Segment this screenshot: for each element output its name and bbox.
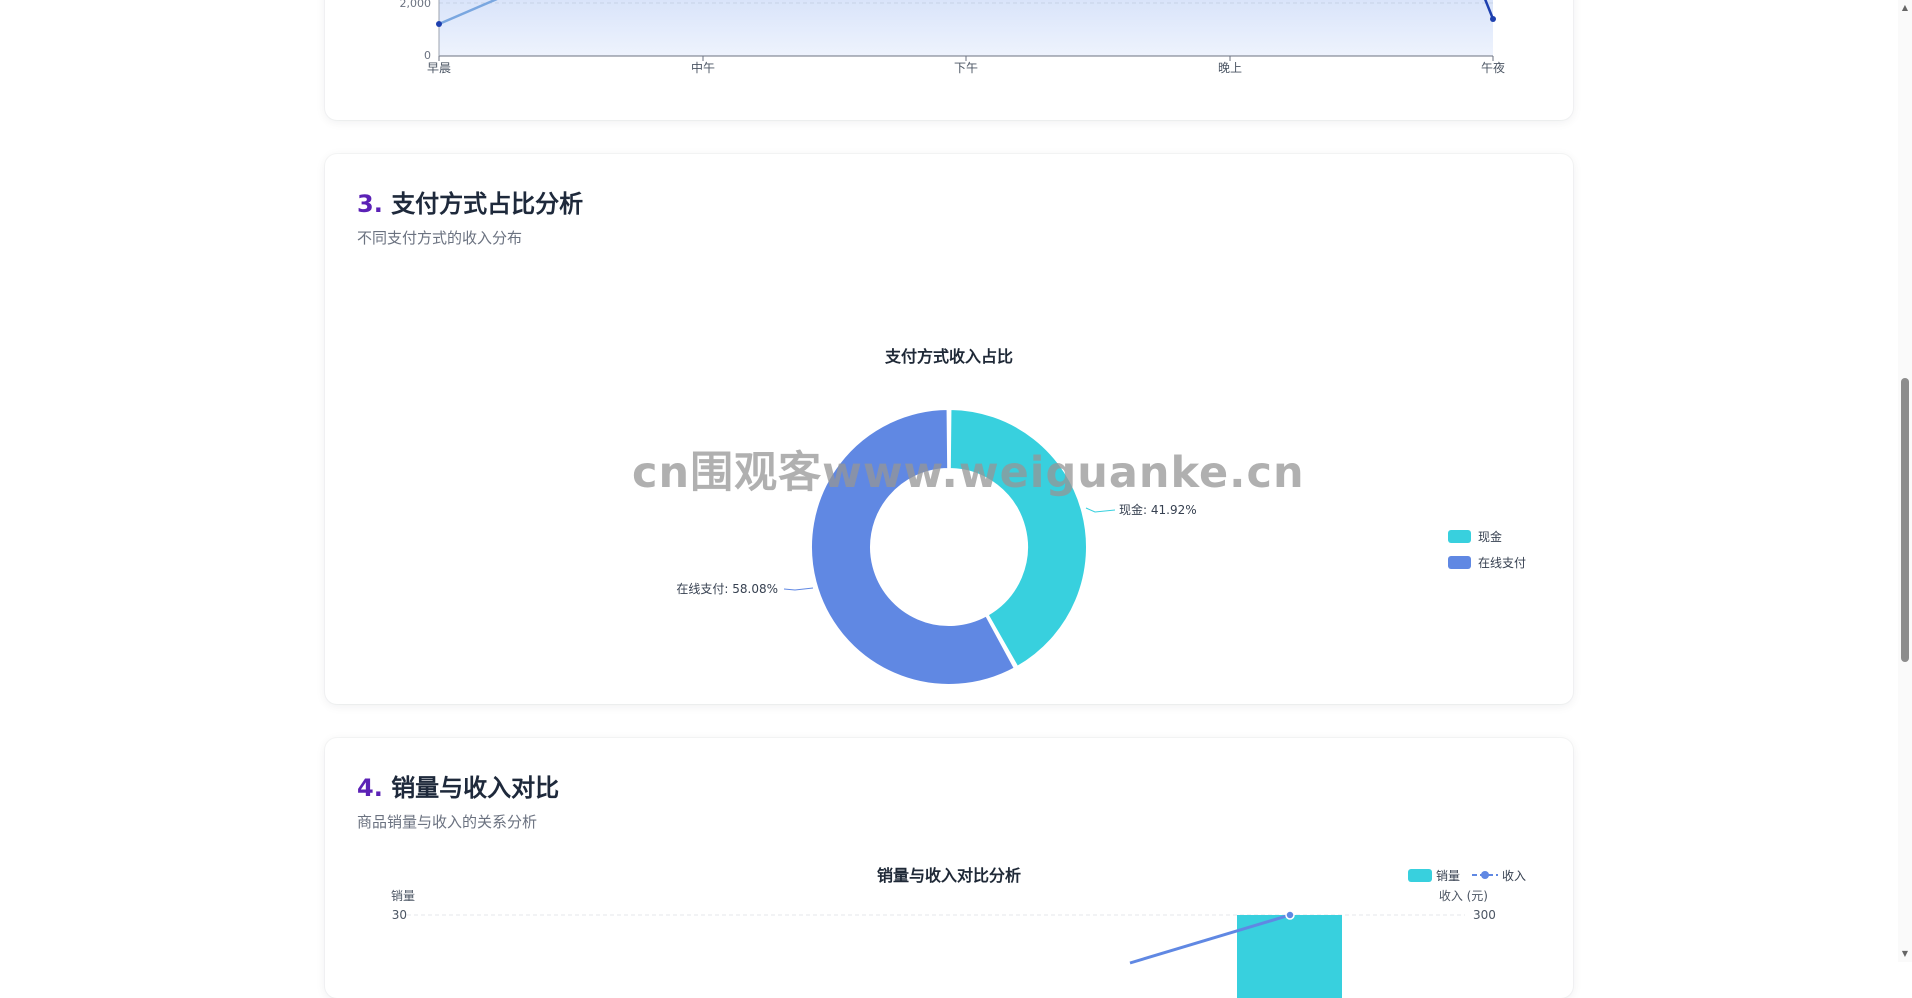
- section-number: 4.: [357, 774, 383, 802]
- page-scrollbar[interactable]: ▲ ▼: [1898, 0, 1912, 962]
- pie-chart-title: 支付方式收入占比: [884, 347, 1013, 366]
- scroll-down-arrow-icon[interactable]: ▼: [1900, 948, 1910, 960]
- revenue-point[interactable]: [1285, 910, 1295, 920]
- data-point[interactable]: [436, 21, 442, 27]
- legend-item-cash[interactable]: 现金: [1448, 529, 1502, 544]
- x-tick-label: 中午: [691, 60, 715, 75]
- legend-item-revenue[interactable]: 收入: [1472, 869, 1526, 883]
- section-title: 4. 销量与收入对比: [357, 768, 559, 803]
- legend-swatch-sales: [1408, 869, 1432, 882]
- legend-label-sales: 销量: [1436, 869, 1460, 883]
- slice-label-line-cash: [1085, 507, 1116, 513]
- legend-swatch-cash: [1448, 530, 1471, 543]
- section-title-text: 销量与收入对比: [391, 774, 560, 802]
- y-axis-right-label: 收入 (元): [1439, 889, 1488, 903]
- sales-revenue-chart: 销量与收入对比分析 销量 收入 销量 收入 (元) 30 300: [391, 866, 1526, 998]
- area-fill: [439, 0, 1493, 56]
- legend-label-online: 在线支付: [1478, 556, 1526, 570]
- y-axis-left-label: 销量: [391, 889, 415, 903]
- x-tick-label: 下午: [954, 61, 978, 75]
- pie-slices: [810, 408, 1088, 686]
- section-number: 3.: [357, 190, 383, 218]
- slice-label-line-online: [783, 587, 814, 591]
- legend-swatch-online: [1448, 556, 1471, 569]
- payment-pie-chart: 支付方式收入占比 现金: 41.92% 在线支付: 58.08% 现金 在线支付: [676, 347, 1526, 686]
- payment-analysis-card: 3. 支付方式占比分析 不同支付方式的收入分布 支付方式收入占比 现金: 41.…: [325, 154, 1573, 704]
- x-tick-label: 晚上: [1218, 61, 1242, 75]
- combo-chart-title: 销量与收入对比分析: [877, 866, 1021, 885]
- x-tick-label: 早晨: [427, 61, 451, 75]
- y-left-tick-top: 30: [392, 908, 407, 922]
- section-title: 3. 支付方式占比分析: [357, 184, 583, 219]
- data-point[interactable]: [1490, 16, 1496, 22]
- legend-label-cash: 现金: [1478, 529, 1502, 544]
- slice-label-cash: 现金: 41.92%: [1119, 502, 1197, 517]
- scroll-up-arrow-icon[interactable]: ▲: [1900, 2, 1910, 14]
- scroll-thumb[interactable]: [1901, 378, 1909, 662]
- sales-revenue-card: 4. 销量与收入对比 商品销量与收入的关系分析 销量与收入对比分析 销量 收入 …: [325, 738, 1573, 998]
- legend-item-sales[interactable]: 销量: [1408, 869, 1460, 883]
- legend-label-revenue: 收入: [1502, 869, 1526, 883]
- hourly-line-chart: 2,000 0 早晨 中午 下午 晚上 午夜: [400, 0, 1505, 75]
- slice-label-online: 在线支付: 58.08%: [676, 582, 778, 596]
- legend-marker-revenue: [1481, 871, 1489, 879]
- legend-item-online[interactable]: 在线支付: [1448, 556, 1526, 570]
- trend-chart-card: 2,000 0 早晨 中午 下午 晚上 午夜: [325, 0, 1573, 120]
- y-right-tick-top: 300: [1473, 908, 1496, 922]
- x-tick-label: 午夜: [1481, 60, 1505, 75]
- y-tick-2000: 2,000: [400, 0, 432, 10]
- section-title-text: 支付方式占比分析: [391, 190, 584, 218]
